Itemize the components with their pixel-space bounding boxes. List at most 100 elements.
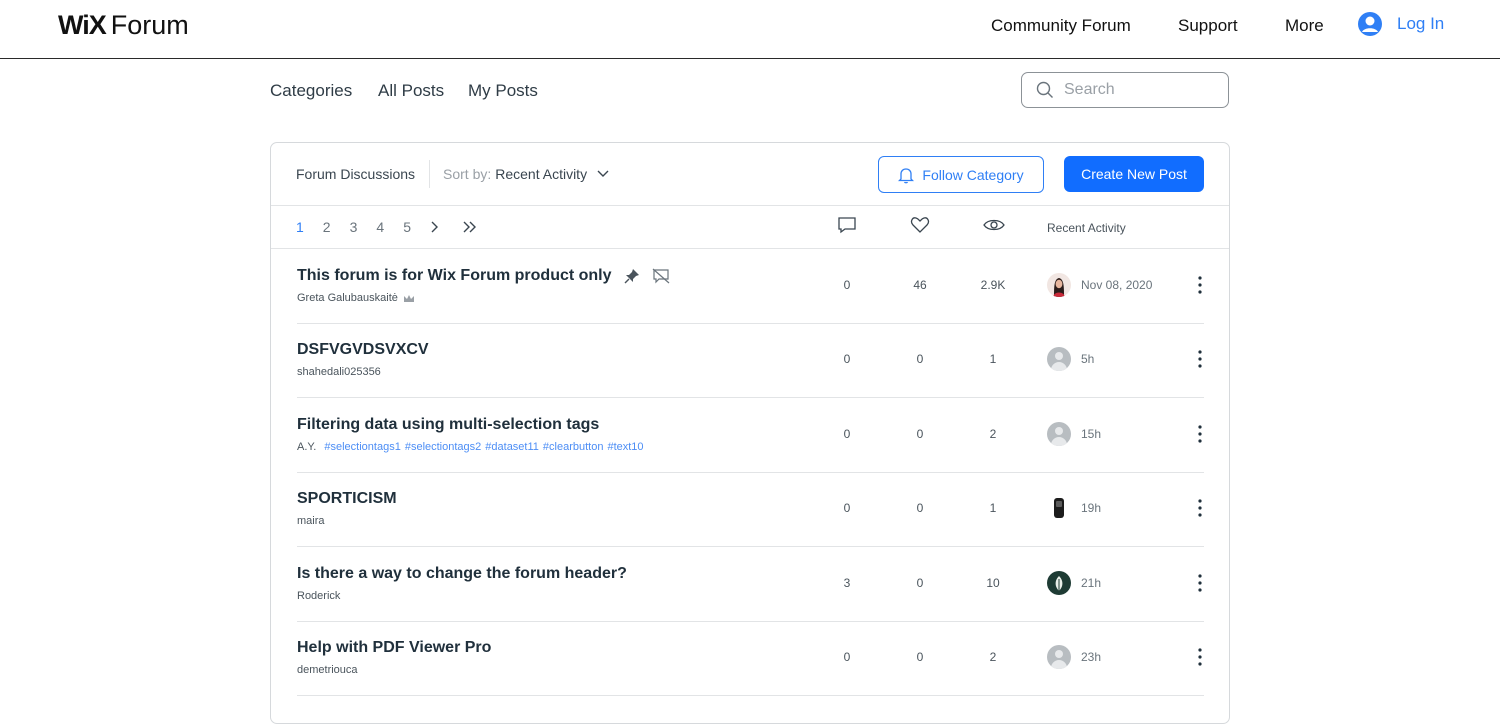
create-new-post-button[interactable]: Create New Post bbox=[1064, 156, 1204, 192]
login-button[interactable]: Log In bbox=[1357, 11, 1444, 37]
recent-activity-header: Recent Activity bbox=[1047, 221, 1126, 235]
page-3[interactable]: 3 bbox=[350, 219, 358, 235]
follow-category-button[interactable]: Follow Category bbox=[878, 156, 1044, 193]
post-author[interactable]: Greta Galubauskaitė bbox=[297, 292, 398, 304]
chevron-right-icon[interactable] bbox=[430, 221, 440, 233]
views-count: 1 bbox=[989, 501, 997, 515]
comments-count: 0 bbox=[843, 427, 851, 441]
crown-icon bbox=[403, 294, 414, 302]
avatar[interactable] bbox=[1047, 273, 1071, 297]
post-title[interactable]: Help with PDF Viewer Pro bbox=[297, 639, 491, 657]
post-title[interactable]: DSFVGVDSVXCV bbox=[297, 341, 429, 359]
heart-icon bbox=[910, 217, 930, 233]
views-count: 1 bbox=[989, 352, 997, 366]
search-icon bbox=[1036, 81, 1053, 98]
avatar[interactable] bbox=[1047, 645, 1071, 669]
bell-icon bbox=[898, 167, 915, 183]
post-row[interactable]: This forum is for Wix Forum product only… bbox=[297, 249, 1204, 324]
avatar[interactable] bbox=[1047, 571, 1071, 595]
tag-link[interactable]: #text10 bbox=[607, 441, 643, 453]
wix-forum-logo[interactable]: WiX Forum bbox=[58, 10, 189, 41]
post-title-wrap: SPORTICISM bbox=[297, 490, 397, 508]
tag-link[interactable]: #dataset11 bbox=[485, 441, 539, 453]
activity-time: 5h bbox=[1081, 352, 1095, 366]
tag-link[interactable]: #clearbutton bbox=[543, 441, 604, 453]
comments-count: 0 bbox=[843, 352, 851, 366]
comments-count: 0 bbox=[843, 501, 851, 515]
activity-time: 21h bbox=[1081, 576, 1102, 590]
avatar[interactable] bbox=[1047, 496, 1071, 520]
post-row[interactable]: DSFVGVDSVXCV shahedali025356 0 0 1 5h bbox=[297, 323, 1204, 398]
avatar[interactable] bbox=[1047, 347, 1071, 371]
forum-card: Forum Discussions Sort by: Recent Activi… bbox=[270, 142, 1230, 724]
card-header: Forum Discussions Sort by: Recent Activi… bbox=[271, 143, 1229, 206]
page-1[interactable]: 1 bbox=[296, 219, 304, 235]
pin-icon bbox=[624, 269, 639, 284]
post-row[interactable]: Filtering data using multi-selection tag… bbox=[297, 398, 1204, 473]
recent-activity: 23h bbox=[1047, 645, 1101, 669]
sort-value: Recent Activity bbox=[495, 166, 588, 182]
recent-activity: 15h bbox=[1047, 422, 1101, 446]
search-input[interactable] bbox=[1062, 80, 1216, 100]
nav-support[interactable]: Support bbox=[1178, 16, 1238, 36]
post-row[interactable]: Is there a way to change the forum heade… bbox=[297, 547, 1204, 622]
activity-time: 19h bbox=[1081, 501, 1102, 515]
more-options-icon[interactable] bbox=[1193, 573, 1207, 593]
views-count: 2 bbox=[989, 650, 997, 664]
post-author[interactable]: shahedali025356 bbox=[297, 366, 381, 378]
page-5[interactable]: 5 bbox=[403, 219, 411, 235]
more-options-icon[interactable] bbox=[1193, 647, 1207, 667]
likes-count: 0 bbox=[916, 576, 924, 590]
recent-activity: 19h bbox=[1047, 496, 1101, 520]
comments-count: 3 bbox=[843, 576, 851, 590]
list-toolbar: 1 2 3 4 5 Recent Activity bbox=[271, 205, 1229, 249]
post-title[interactable]: Is there a way to change the forum heade… bbox=[297, 565, 627, 583]
post-title[interactable]: This forum is for Wix Forum product only bbox=[297, 267, 612, 285]
activity-time: Nov 08, 2020 bbox=[1081, 278, 1153, 292]
tag-link[interactable]: #selectiontags2 bbox=[405, 441, 481, 453]
post-author-wrap: maira bbox=[297, 515, 325, 527]
subnav-categories[interactable]: Categories bbox=[270, 81, 352, 101]
sort-dropdown[interactable]: Sort by: Recent Activity bbox=[443, 166, 609, 182]
comments-count: 0 bbox=[843, 278, 851, 292]
nav-community-forum[interactable]: Community Forum bbox=[991, 16, 1131, 36]
post-title-wrap: DSFVGVDSVXCV bbox=[297, 341, 429, 359]
sort-prefix: Sort by: bbox=[443, 166, 492, 182]
avatar[interactable] bbox=[1047, 422, 1071, 446]
post-tags: #selectiontags1 #selectiontags2 #dataset… bbox=[324, 441, 647, 453]
double-chevron-right-icon[interactable] bbox=[462, 221, 478, 233]
more-options-icon[interactable] bbox=[1193, 424, 1207, 444]
post-title-wrap: This forum is for Wix Forum product only bbox=[297, 267, 670, 285]
post-title[interactable]: Filtering data using multi-selection tag… bbox=[297, 416, 599, 434]
header-divider bbox=[429, 160, 430, 188]
likes-count: 0 bbox=[916, 650, 924, 664]
post-author[interactable]: Roderick bbox=[297, 590, 340, 602]
views-count: 10 bbox=[986, 576, 1000, 590]
comments-icon bbox=[838, 217, 856, 234]
post-row[interactable]: Help with PDF Viewer Pro demetriouca 0 0… bbox=[297, 621, 1204, 696]
post-row[interactable]: SPORTICISM maira 0 0 1 19h bbox=[297, 472, 1204, 547]
post-author[interactable]: demetriouca bbox=[297, 664, 358, 676]
post-title-wrap: Help with PDF Viewer Pro bbox=[297, 639, 491, 657]
post-author[interactable]: A.Y. bbox=[297, 441, 316, 453]
post-title[interactable]: SPORTICISM bbox=[297, 490, 397, 508]
page-4[interactable]: 4 bbox=[376, 219, 384, 235]
recent-activity: 21h bbox=[1047, 571, 1101, 595]
post-author[interactable]: maira bbox=[297, 515, 325, 527]
logo-wix: WiX bbox=[58, 10, 107, 40]
tag-link[interactable]: #selectiontags1 bbox=[324, 441, 400, 453]
more-options-icon[interactable] bbox=[1193, 275, 1207, 295]
likes-count: 0 bbox=[916, 501, 924, 515]
forum-discussions-title: Forum Discussions bbox=[296, 166, 416, 182]
nav-more[interactable]: More bbox=[1285, 16, 1324, 36]
user-icon bbox=[1358, 12, 1382, 36]
post-author-wrap: demetriouca bbox=[297, 664, 358, 676]
more-options-icon[interactable] bbox=[1193, 498, 1207, 518]
likes-count: 0 bbox=[916, 427, 924, 441]
more-options-icon[interactable] bbox=[1193, 349, 1207, 369]
page-2[interactable]: 2 bbox=[323, 219, 331, 235]
subnav-my-posts[interactable]: My Posts bbox=[468, 81, 538, 101]
subnav-all-posts[interactable]: All Posts bbox=[378, 81, 444, 101]
top-header: WiX Forum Community Forum Support More Lo… bbox=[0, 0, 1500, 59]
search-box[interactable] bbox=[1021, 72, 1229, 108]
